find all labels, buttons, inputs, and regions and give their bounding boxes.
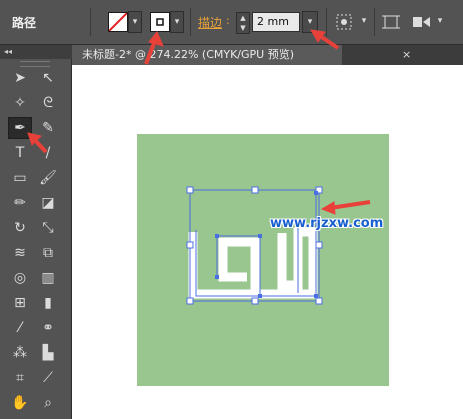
- warp-tool-icon[interactable]: ≋: [8, 242, 32, 264]
- rotate-tool-icon[interactable]: ↻: [8, 217, 32, 239]
- separator: [374, 8, 375, 36]
- eyedropper-tool-icon[interactable]: ⁄: [8, 317, 32, 339]
- mode-label: 路径: [12, 16, 37, 30]
- control-bar: 路径 ▾ ▾ 描边 : ▲ ▼ 2 mm ▾ ▾ ▾: [0, 0, 463, 45]
- pen-tool-icon[interactable]: ✒: [8, 117, 32, 139]
- stroke-weight-dropdown[interactable]: ▾: [302, 11, 318, 33]
- watermark-text: www.rjzxw.com: [270, 216, 384, 231]
- transform-dropdown[interactable]: ▾: [434, 11, 446, 31]
- document-tab[interactable]: 未标题-2* @ 274.22% (CMYK/GPU 预览): [72, 45, 342, 65]
- eraser-tool-icon[interactable]: ◪: [36, 192, 60, 214]
- selection-tool-icon[interactable]: ➤: [8, 67, 32, 89]
- mesh-tool-icon[interactable]: ⊞: [8, 292, 32, 314]
- separator: [90, 8, 91, 36]
- shape-builder-tool-icon[interactable]: ◎: [8, 267, 32, 289]
- magic-wand-tool-icon[interactable]: ✧: [8, 92, 32, 114]
- line-segment-tool-icon[interactable]: /: [36, 142, 60, 164]
- slice-tool-icon[interactable]: ⟋: [36, 367, 60, 389]
- toolbox: ◂◂ ➤ ↖ ✧ ᘓ ✒ ✎ T / ▭ 🖌 ✏ ◪ ↻ ⤡ ≋ ⧉ ◎ ▥ ⊞ ▮ ⁄ ⚭ ⁂ ▙ ⌗ ⟋ ✋ ⌕: [0, 45, 72, 419]
- lasso-tool-icon[interactable]: ᘓ: [36, 92, 60, 114]
- chart-tool-icon[interactable]: ▥: [36, 267, 60, 289]
- none-fill-icon: [108, 12, 128, 32]
- scale-tool-icon[interactable]: ⤡: [36, 217, 60, 239]
- fill-dropdown[interactable]: ▾: [128, 11, 142, 33]
- artboard-tool-icon[interactable]: ⌗: [8, 367, 32, 389]
- stepper-down-icon[interactable]: ▼: [237, 23, 249, 33]
- stroke-square-icon: [156, 18, 164, 26]
- column-graph-tool-icon[interactable]: ▙: [36, 342, 60, 364]
- stroke-weight-stepper[interactable]: ▲ ▼: [236, 12, 250, 34]
- toolbox-collapse-icon[interactable]: ◂◂: [0, 45, 72, 59]
- free-transform-tool-icon[interactable]: ⧉: [36, 242, 60, 264]
- symbol-sprayer-tool-icon[interactable]: ⁂: [8, 342, 32, 364]
- document-tab-bar: 未标题-2* @ 274.22% (CMYK/GPU 预览) ×: [72, 45, 463, 65]
- artwork: [137, 134, 389, 386]
- green-square[interactable]: [137, 134, 389, 386]
- stroke-dropdown[interactable]: ▾: [170, 11, 184, 33]
- variable-width-dropdown[interactable]: ▾: [358, 11, 370, 31]
- paintbrush-tool-icon[interactable]: 🖌: [36, 167, 60, 189]
- rectangle-tool-icon[interactable]: ▭: [8, 167, 32, 189]
- stroke-colon: :: [226, 14, 230, 27]
- align-to-artboard-icon[interactable]: [380, 12, 402, 32]
- direct-selection-tool-icon[interactable]: ↖: [36, 67, 60, 89]
- stroke-swatch[interactable]: [150, 12, 170, 32]
- zoom-tool-icon[interactable]: ⌕: [36, 392, 60, 414]
- separator: [326, 8, 327, 36]
- canvas[interactable]: www.rjzxw.com: [72, 65, 463, 419]
- blend-tool-icon[interactable]: ⚭: [36, 317, 60, 339]
- curvature-tool-icon[interactable]: ✎: [36, 117, 60, 139]
- separator: [190, 8, 191, 36]
- close-tab-icon[interactable]: ×: [402, 45, 411, 65]
- fill-swatch[interactable]: [108, 12, 128, 32]
- stroke-weight-input[interactable]: 2 mm: [252, 12, 300, 32]
- hand-tool-icon[interactable]: ✋: [8, 392, 32, 414]
- pencil-tool-icon[interactable]: ✏: [8, 192, 32, 214]
- transform-icon[interactable]: [410, 12, 432, 32]
- stepper-up-icon[interactable]: ▲: [237, 13, 249, 23]
- variable-width-profile-icon[interactable]: [334, 12, 358, 32]
- type-tool-icon[interactable]: T: [8, 142, 32, 164]
- gradient-tool-icon[interactable]: ▮: [36, 292, 60, 314]
- stroke-weight-label[interactable]: 描边: [198, 14, 222, 31]
- document-tab-title: 未标题-2* @ 274.22% (CMYK/GPU 预览): [82, 48, 294, 61]
